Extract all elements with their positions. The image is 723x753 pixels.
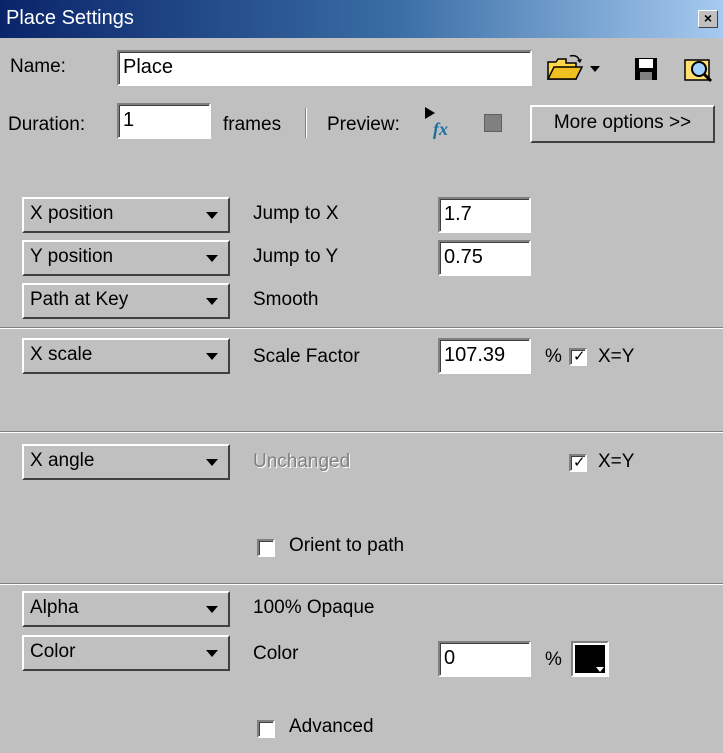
duration-label: Duration: (8, 114, 86, 135)
alpha-dropdown-value: Alpha (30, 597, 79, 618)
stop-icon[interactable] (484, 114, 502, 132)
close-button[interactable]: × (698, 10, 718, 28)
check-icon: ✓ (573, 348, 586, 365)
section-divider (0, 431, 723, 433)
scale-percent-unit: % (545, 346, 562, 367)
swatch-arrow-icon (596, 667, 604, 672)
duration-input[interactable]: 1 (117, 103, 211, 139)
section-divider (0, 583, 723, 585)
scale-dropdown-value: X scale (30, 344, 93, 365)
alpha-dropdown[interactable]: Alpha (22, 591, 230, 627)
y-position-dropdown[interactable]: Y position (22, 240, 230, 276)
orient-to-path-checkbox[interactable] (257, 539, 275, 557)
smooth-label: Smooth (253, 289, 319, 310)
separator-vertical (305, 108, 307, 138)
chevron-down-icon (206, 459, 218, 466)
jump-to-y-label: Jump to Y (253, 246, 339, 267)
chevron-down-icon (206, 212, 218, 219)
dropdown-arrow-icon[interactable] (590, 66, 600, 72)
color-dropdown-value: Color (30, 641, 76, 662)
angle-xy-label: X=Y (598, 451, 635, 472)
jump-to-x-label: Jump to X (253, 203, 339, 224)
jump-to-y-input[interactable]: 0.75 (438, 240, 531, 276)
check-icon: ✓ (573, 454, 586, 471)
x-position-dropdown[interactable]: X position (22, 197, 230, 233)
angle-dropdown-value: X angle (30, 450, 95, 471)
chevron-down-icon (206, 650, 218, 657)
color-percent-input[interactable]: 0 (438, 641, 531, 677)
chevron-down-icon (206, 606, 218, 613)
name-label: Name: (10, 56, 66, 77)
scale-xy-checkbox[interactable]: ✓ (569, 348, 587, 366)
open-folder-icon[interactable] (546, 54, 586, 84)
more-options-button[interactable]: More options >> (530, 105, 715, 143)
name-input[interactable]: Place (117, 50, 532, 86)
title-bar: Place Settings × (0, 0, 723, 38)
orient-to-path-label: Orient to path (289, 535, 405, 556)
preview-label: Preview: (327, 114, 400, 135)
save-icon[interactable] (634, 57, 658, 81)
color-dropdown[interactable]: Color (22, 635, 230, 671)
y-position-dropdown-value: Y position (30, 246, 114, 267)
opacity-label: 100% Opaque (253, 597, 375, 618)
advanced-checkbox[interactable] (257, 720, 275, 738)
angle-unchanged-label: Unchanged (253, 451, 351, 472)
color-percent-unit: % (545, 649, 562, 670)
frames-label: frames (223, 114, 282, 135)
scale-factor-input[interactable]: 107.39 (438, 338, 531, 374)
path-dropdown-value: Path at Key (30, 289, 129, 310)
window-title: Place Settings (6, 7, 134, 29)
chevron-down-icon (206, 353, 218, 360)
x-position-dropdown-value: X position (30, 203, 114, 224)
scale-dropdown[interactable]: X scale (22, 338, 230, 374)
color-label: Color (253, 643, 299, 664)
browse-icon[interactable] (683, 54, 715, 84)
preview-fx-icon[interactable]: fx (423, 105, 457, 139)
svg-text:fx: fx (433, 119, 448, 139)
jump-to-x-input[interactable]: 1.7 (438, 197, 531, 233)
path-dropdown[interactable]: Path at Key (22, 283, 230, 319)
angle-dropdown[interactable]: X angle (22, 444, 230, 480)
chevron-down-icon (206, 255, 218, 262)
close-icon: × (703, 10, 713, 26)
chevron-down-icon (206, 298, 218, 305)
scale-factor-label: Scale Factor (253, 346, 360, 367)
angle-xy-checkbox[interactable]: ✓ (569, 454, 587, 472)
scale-xy-label: X=Y (598, 346, 635, 367)
color-swatch-button[interactable] (571, 641, 609, 677)
advanced-label: Advanced (289, 716, 374, 737)
section-divider (0, 327, 723, 329)
